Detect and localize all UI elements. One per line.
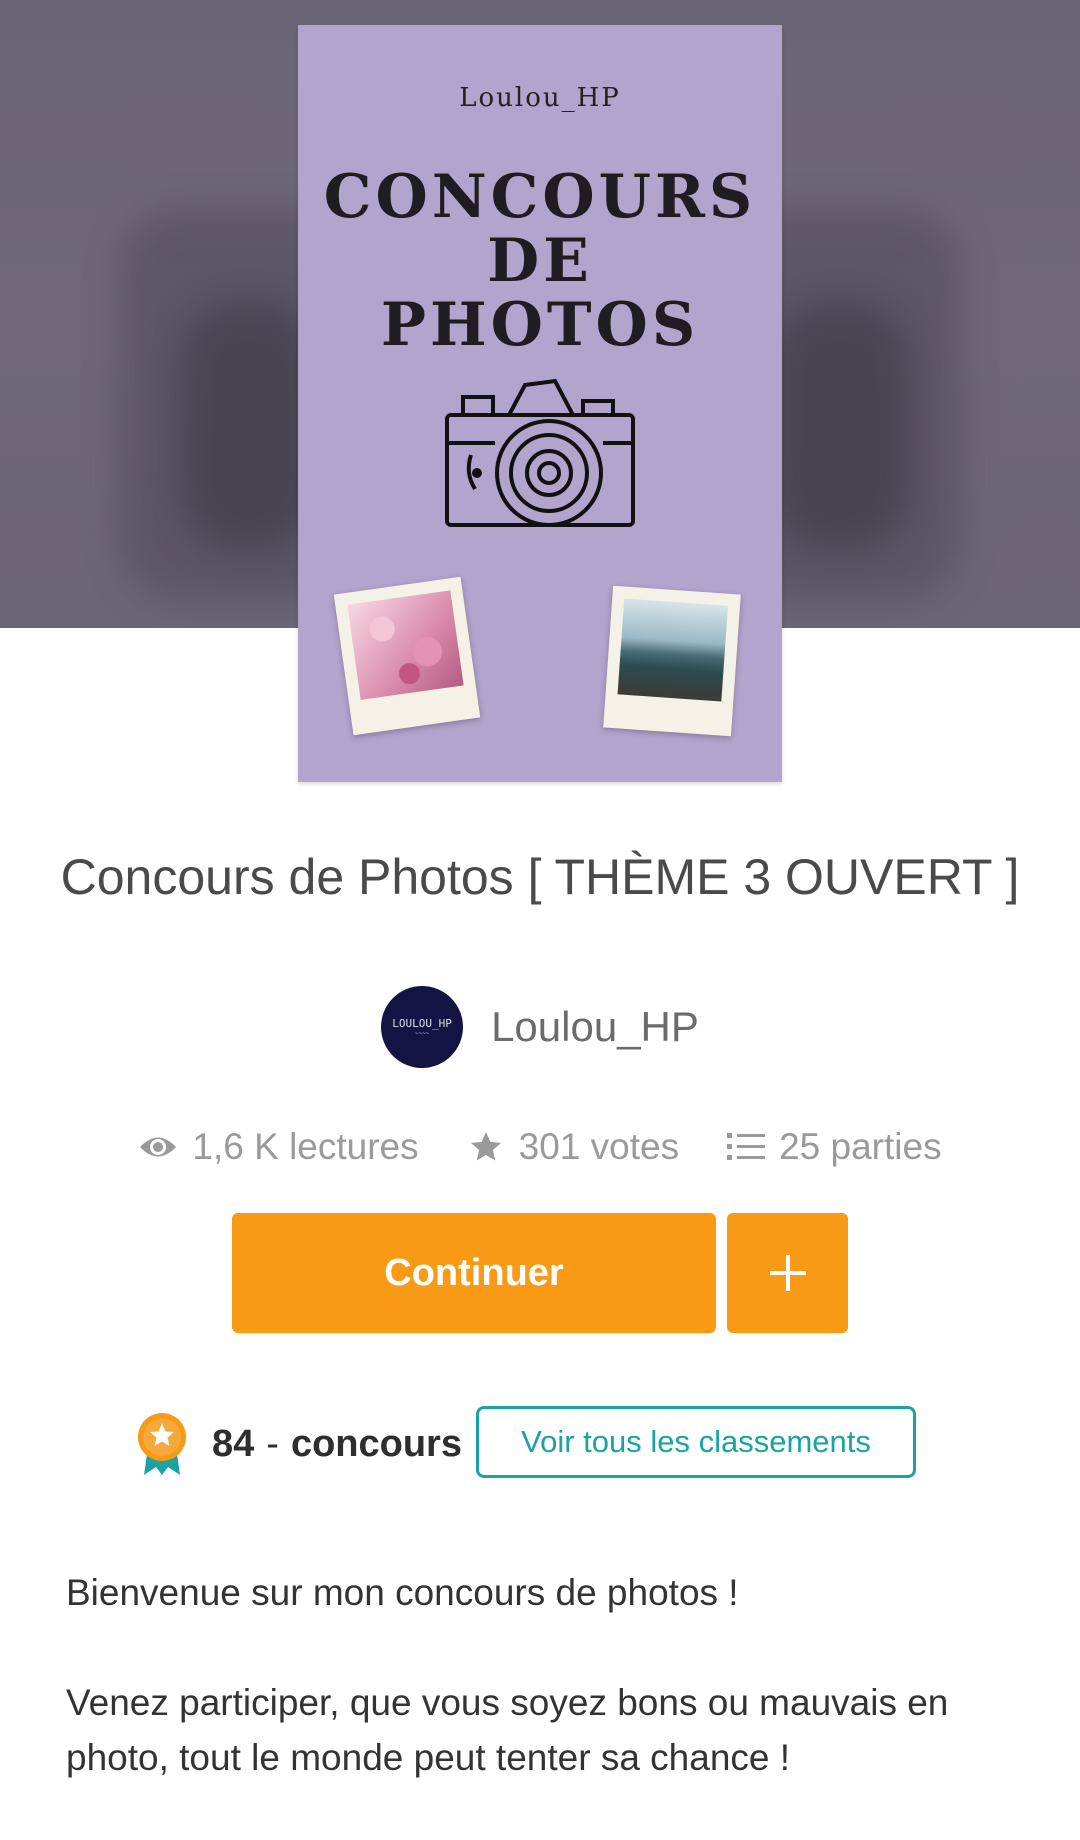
rank-number: 84: [212, 1422, 255, 1465]
stat-parts-label: 25 parties: [779, 1126, 942, 1167]
polaroid-photo: [333, 576, 481, 736]
plus-icon: [769, 1255, 806, 1291]
add-to-library-button[interactable]: [727, 1213, 848, 1333]
polaroid-photo: [603, 585, 741, 737]
cover-title-line: DE: [487, 226, 593, 296]
author-name[interactable]: Loulou_HP: [491, 1003, 699, 1051]
stat-votes-label: 301 votes: [518, 1126, 680, 1167]
cover-title-line: CONCOURS: [323, 162, 757, 232]
camera-icon: [445, 378, 635, 527]
view-all-rankings-button[interactable]: Voir tous les classements: [476, 1406, 916, 1478]
eye-icon: [140, 1137, 177, 1157]
ranking-badge: 84- concours: [134, 1406, 462, 1482]
avatar-text: LOULOU_HP: [392, 1017, 452, 1030]
avatar[interactable]: LOULOU_HP ~~~~: [381, 986, 464, 1068]
story-title: Concours de Photos [ THÈME 3 OUVERT ]: [60, 849, 1020, 905]
avatar-subtext: ~~~~: [414, 1030, 430, 1037]
continue-reading-button[interactable]: Continuer: [232, 1213, 716, 1333]
story-stats: 1,6 K lectures 301 votes 25 parties: [0, 1122, 1080, 1172]
stat-votes: 301 votes: [467, 1126, 679, 1168]
description-paragraph: Venez participer, que vous soyez bons ou…: [66, 1682, 949, 1778]
stat-reads-label: 1,6 K lectures: [192, 1126, 419, 1167]
list-icon: [727, 1133, 766, 1160]
cover-title-line: PHOTOS: [380, 290, 700, 360]
story-cover[interactable]: Loulou_HP CONCOURS DE PHOTOS: [298, 25, 782, 782]
cover-title: CONCOURS DE PHOTOS: [298, 165, 782, 357]
rank-category: concours: [290, 1422, 462, 1465]
rank-separator: -: [266, 1422, 279, 1465]
stat-reads: 1,6 K lectures: [138, 1126, 419, 1168]
award-medal-icon: [138, 1413, 186, 1475]
story-description: Bienvenue sur mon concours de photos ! V…: [66, 1565, 1020, 1840]
description-paragraph: Bienvenue sur mon concours de photos !: [66, 1572, 739, 1613]
author-row[interactable]: LOULOU_HP ~~~~ Loulou_HP: [0, 985, 1080, 1069]
stat-parts: 25 parties: [727, 1126, 942, 1168]
ranking-text: 84- concours: [212, 1423, 462, 1466]
star-icon: [470, 1132, 501, 1161]
cover-author: Loulou_HP: [459, 83, 621, 113]
